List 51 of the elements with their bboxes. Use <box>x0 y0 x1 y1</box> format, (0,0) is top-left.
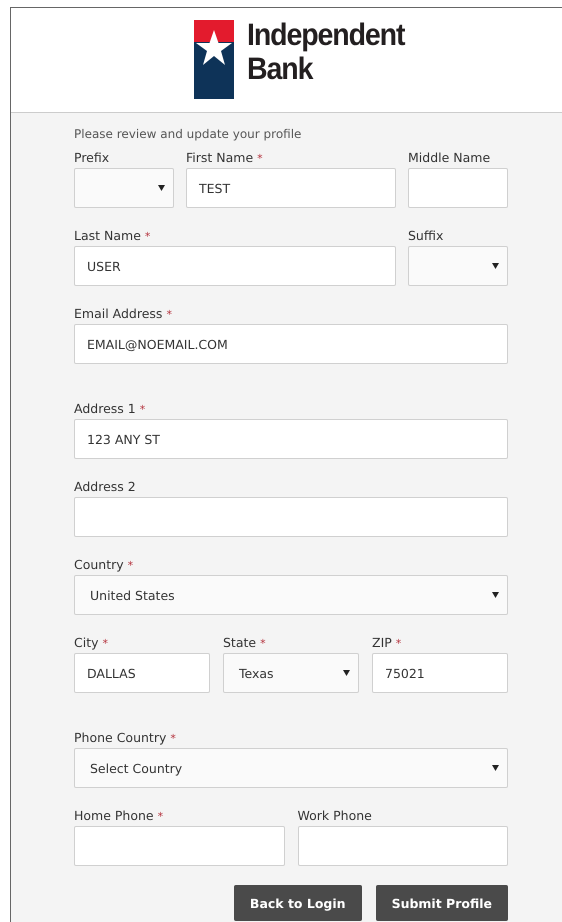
field-label: Address 2 <box>74 479 136 494</box>
field-label: Prefix <box>74 150 110 165</box>
logo-text: Bank <box>247 52 314 86</box>
required-mark: * <box>102 637 108 650</box>
select-field[interactable]: Select Country <box>74 748 508 788</box>
field-label: City <box>74 635 98 650</box>
select-field[interactable]: United States <box>74 575 508 615</box>
field-label: Phone Country <box>74 730 166 745</box>
required-mark: * <box>166 308 172 321</box>
field-label: Country <box>74 557 124 572</box>
input-field[interactable]: EMAIL@NOEMAIL.COM <box>74 324 508 364</box>
caret-icon <box>492 592 499 598</box>
input-field[interactable]: TEST <box>186 168 396 208</box>
form-button[interactable]: Submit Profile <box>376 885 508 921</box>
field-label: Email Address <box>74 306 162 321</box>
caret-icon <box>492 263 499 269</box>
caret-icon <box>158 185 165 191</box>
input-field[interactable]: 123 ANY ST <box>74 419 508 459</box>
field-label: Last Name <box>74 228 141 243</box>
required-mark: * <box>140 403 146 416</box>
required-mark: * <box>257 152 263 165</box>
input-field[interactable] <box>408 168 508 208</box>
intro-text: Please review and update your profile <box>74 127 302 141</box>
caret-icon <box>492 765 499 771</box>
input-field[interactable] <box>298 826 508 866</box>
required-mark: * <box>158 810 164 823</box>
required-mark: * <box>128 559 134 572</box>
select-field[interactable] <box>408 246 508 286</box>
logo-text: Independent <box>247 18 405 52</box>
field-label: Address 1 <box>74 401 136 416</box>
input-field[interactable] <box>74 826 284 866</box>
field-label: ZIP <box>372 635 392 650</box>
required-mark: * <box>144 230 150 243</box>
input-field[interactable] <box>74 497 508 537</box>
select-field[interactable] <box>74 168 174 208</box>
required-mark: * <box>170 732 176 745</box>
field-label: Suffix <box>408 228 444 243</box>
field-label: Middle Name <box>408 150 490 165</box>
input-field[interactable]: DALLAS <box>74 653 210 693</box>
input-field[interactable]: USER <box>74 246 396 286</box>
caret-icon <box>343 670 350 676</box>
select-field[interactable]: Texas <box>223 653 359 693</box>
field-label: Work Phone <box>298 808 372 823</box>
field-label: Home Phone <box>74 808 154 823</box>
flag-star-icon <box>194 20 234 99</box>
required-mark: * <box>396 637 402 650</box>
required-mark: * <box>260 637 266 650</box>
field-label: First Name <box>186 150 254 165</box>
form-button[interactable]: Back to Login <box>234 885 362 921</box>
field-label: State <box>223 635 256 650</box>
input-field[interactable]: 75021 <box>372 653 508 693</box>
